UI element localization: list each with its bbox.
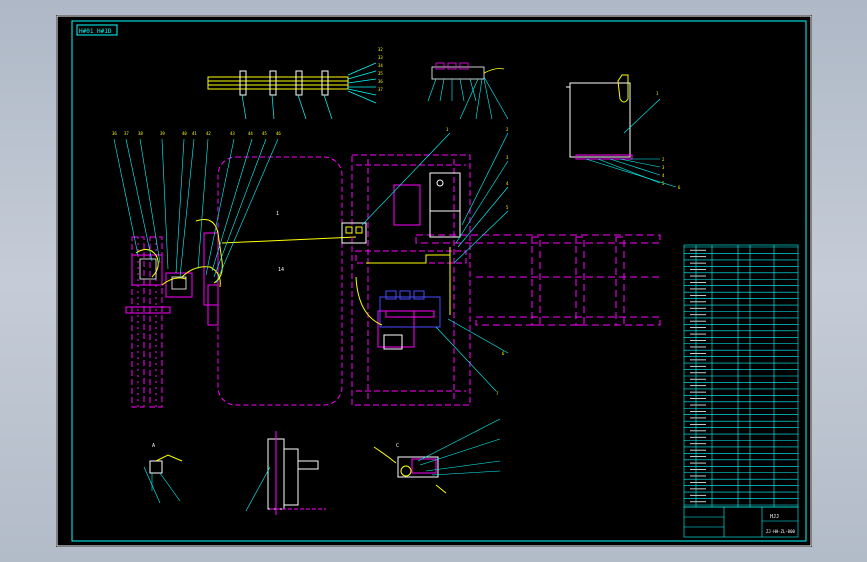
svg-text:4: 4: [662, 173, 665, 178]
detail-view-a: A: [143, 443, 183, 504]
svg-text:1: 1: [656, 91, 659, 96]
electrical-box: [429, 172, 461, 238]
svg-text:36: 36: [378, 79, 383, 84]
cad-drawing-canvas: H#01 H#1D 36 37 38 39 40 41 42 43 44 45 …: [56, 15, 812, 547]
title-stamp-text: H#01 H#1D: [79, 28, 112, 35]
svg-text:45: 45: [262, 131, 267, 136]
side-rails: [415, 234, 661, 326]
svg-text:C: C: [396, 443, 399, 449]
svg-text:6: 6: [678, 185, 681, 190]
center-frame: [351, 154, 471, 406]
svg-text:1: 1: [276, 211, 279, 217]
rail-detail: [207, 62, 377, 120]
title-block-number: ZJ-HH-ZL-000: [766, 529, 795, 534]
svg-text:46: 46: [276, 131, 281, 136]
chassis-outline: [217, 156, 343, 406]
right-leaders: [361, 132, 509, 392]
svg-text:7: 7: [496, 391, 499, 396]
title-block-name: HJJ: [770, 514, 779, 520]
svg-text:41: 41: [192, 131, 197, 136]
svg-text:14: 14: [278, 267, 284, 273]
svg-text:5: 5: [506, 205, 509, 210]
valve-block-detail: [427, 62, 509, 120]
enclosure-detail: [566, 74, 677, 188]
svg-text:2: 2: [662, 157, 665, 162]
svg-text:40: 40: [182, 131, 187, 136]
svg-text:35: 35: [378, 71, 383, 76]
parts-list-table: [683, 244, 799, 508]
left-leaders: [113, 138, 279, 284]
svg-text:4: 4: [506, 181, 509, 186]
svg-text:3: 3: [506, 155, 509, 160]
svg-text:43: 43: [230, 131, 235, 136]
svg-text:37: 37: [124, 131, 129, 136]
svg-text:2: 2: [506, 127, 509, 132]
svg-text:A: A: [152, 443, 155, 449]
svg-text:39: 39: [160, 131, 165, 136]
svg-text:44: 44: [248, 131, 253, 136]
svg-text:33: 33: [378, 55, 383, 60]
svg-text:36: 36: [112, 131, 117, 136]
left-hoses: [135, 219, 357, 288]
svg-text:34: 34: [378, 63, 383, 68]
drawing-sheet: H#01 H#1D 36 37 38 39 40 41 42 43 44 45 …: [56, 15, 812, 547]
detail-view-b: [245, 431, 326, 515]
svg-text:38: 38: [138, 131, 143, 136]
svg-text:37: 37: [378, 87, 383, 92]
hydraulic-block: [355, 210, 446, 350]
svg-text:6: 6: [502, 351, 505, 356]
svg-text:1: 1: [446, 127, 449, 132]
svg-text:32: 32: [378, 47, 383, 52]
detail-view-c: C: [373, 418, 501, 494]
svg-text:42: 42: [206, 131, 211, 136]
svg-text:3: 3: [662, 165, 665, 170]
